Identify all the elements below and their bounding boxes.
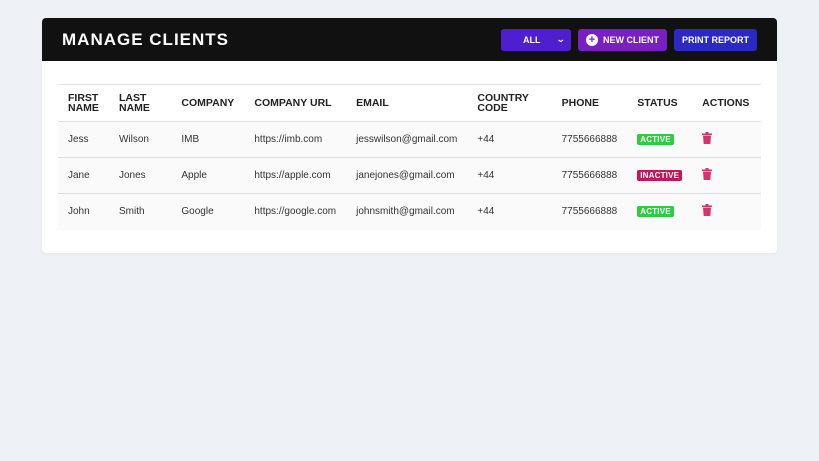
new-client-label: NEW CLIENT <box>602 34 659 45</box>
cell-phone: 7755666888 <box>551 193 628 230</box>
cell-email: jesswilson@gmail.com <box>346 121 468 158</box>
column-header: PHONE <box>551 84 628 122</box>
cell-actions <box>692 193 761 230</box>
cell-country-code: +44 <box>467 157 552 194</box>
table-row: Jane Jones Apple https://apple.com janej… <box>58 157 761 194</box>
cell-company: Apple <box>171 157 245 194</box>
header-actions: ALL ⌄ + NEW CLIENT PRINT REPORT <box>500 28 757 51</box>
cell-company-url: https://google.com <box>244 193 347 230</box>
column-header: EMAIL <box>346 84 468 122</box>
cell-first-name: John <box>58 193 109 230</box>
status-filter-select[interactable]: ALL ⌄ <box>500 28 571 51</box>
table-row: John Smith Google https://google.com joh… <box>58 193 761 230</box>
column-header: COUNTRY CODE <box>467 84 552 122</box>
cell-actions <box>692 121 761 158</box>
cell-first-name: Jess <box>58 121 109 158</box>
cell-phone: 7755666888 <box>551 157 628 194</box>
table-row: Jess Wilson IMB https://imb.com jesswils… <box>58 121 761 158</box>
cell-first-name: Jane <box>58 157 109 194</box>
status-badge: ACTIVE <box>637 134 674 145</box>
cell-last-name: Jones <box>108 157 172 194</box>
table-header-row: FIRST NAME LAST NAME COMPANY COMPANY URL… <box>58 84 761 122</box>
cell-country-code: +44 <box>467 121 552 158</box>
trash-icon[interactable] <box>702 132 713 144</box>
cell-status: INACTIVE <box>627 157 693 194</box>
new-client-button[interactable]: + NEW CLIENT <box>577 28 667 51</box>
trash-icon[interactable] <box>702 204 713 217</box>
column-header: LAST NAME <box>108 84 172 122</box>
status-badge: ACTIVE <box>637 206 674 218</box>
column-header: COMPANY URL <box>244 84 347 122</box>
cell-company: Google <box>171 193 245 230</box>
cell-email: janejones@gmail.com <box>346 157 468 194</box>
cell-company-url: https://imb.com <box>244 121 347 158</box>
card-header: MANAGE CLIENTS ALL ⌄ + NEW CLIENT PRINT … <box>42 18 777 61</box>
cell-email: johnsmith@gmail.com <box>346 193 468 230</box>
cell-company-url: https://apple.com <box>244 157 347 194</box>
column-header: STATUS <box>627 84 693 122</box>
cell-country-code: +44 <box>467 193 552 230</box>
cell-status: ACTIVE <box>627 121 693 158</box>
print-report-button[interactable]: PRINT REPORT <box>673 28 757 51</box>
column-header: ACTIONS <box>692 84 761 122</box>
cell-actions <box>692 157 761 194</box>
page-title: MANAGE CLIENTS <box>62 29 229 49</box>
cell-phone: 7755666888 <box>551 121 628 158</box>
trash-icon[interactable] <box>702 168 713 180</box>
status-badge: INACTIVE <box>637 170 683 181</box>
chevron-down-icon: ⌄ <box>556 34 567 44</box>
cell-last-name: Wilson <box>108 121 172 158</box>
column-header: FIRST NAME <box>58 84 109 122</box>
column-header: COMPANY <box>171 84 245 122</box>
cell-last-name: Smith <box>108 193 172 230</box>
clients-card: MANAGE CLIENTS ALL ⌄ + NEW CLIENT PRINT … <box>42 18 777 253</box>
cell-status: ACTIVE <box>627 193 693 230</box>
cell-company: IMB <box>171 121 245 158</box>
plus-circle-icon: + <box>585 33 598 46</box>
status-filter-value: ALL <box>522 34 541 45</box>
clients-table: FIRST NAME LAST NAME COMPANY COMPANY URL… <box>58 84 761 230</box>
